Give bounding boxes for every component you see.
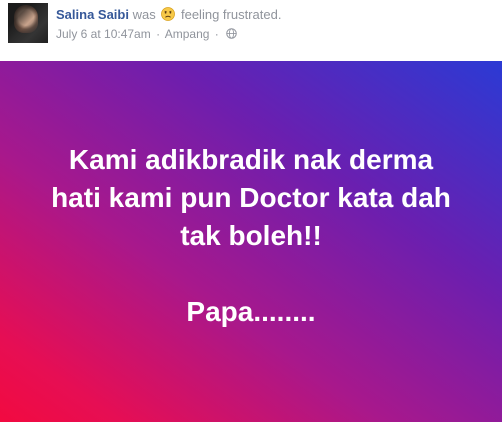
avatar[interactable]: [8, 3, 48, 43]
status-message: Kami adikbradik nak derma hati kami pun …: [0, 141, 502, 331]
post-location-link[interactable]: Ampang: [165, 27, 210, 41]
meta-separator-2: ·: [214, 27, 219, 41]
status-line-1: Kami adikbradik nak derma: [68, 144, 434, 175]
post-meta: July 6 at 10:47am · Ampang ·: [56, 26, 237, 42]
avatar-shading: [8, 3, 48, 43]
colored-status-background: Kami adikbradik nak derma hati kami pun …: [0, 61, 502, 422]
status-line-3: tak boleh!!: [180, 220, 322, 251]
facebook-post: Salina Saibi was feeling frustrated. Jul…: [0, 0, 502, 422]
author-name-link[interactable]: Salina Saibi: [56, 7, 129, 22]
post-header: Salina Saibi was feeling frustrated. Jul…: [0, 0, 502, 60]
post-timestamp-link[interactable]: July 6 at 10:47am: [56, 27, 151, 41]
post-headline: Salina Saibi was feeling frustrated.: [56, 6, 281, 24]
was-text: was: [132, 7, 156, 22]
globe-icon[interactable]: [226, 28, 237, 39]
meta-separator: ·: [156, 27, 161, 41]
feeling-text[interactable]: feeling frustrated.: [181, 7, 281, 22]
status-line-2: hati kami pun Doctor kata dah: [51, 182, 451, 213]
frustrated-face-emoji-icon: [161, 7, 176, 21]
status-signoff: Papa........: [186, 296, 316, 327]
